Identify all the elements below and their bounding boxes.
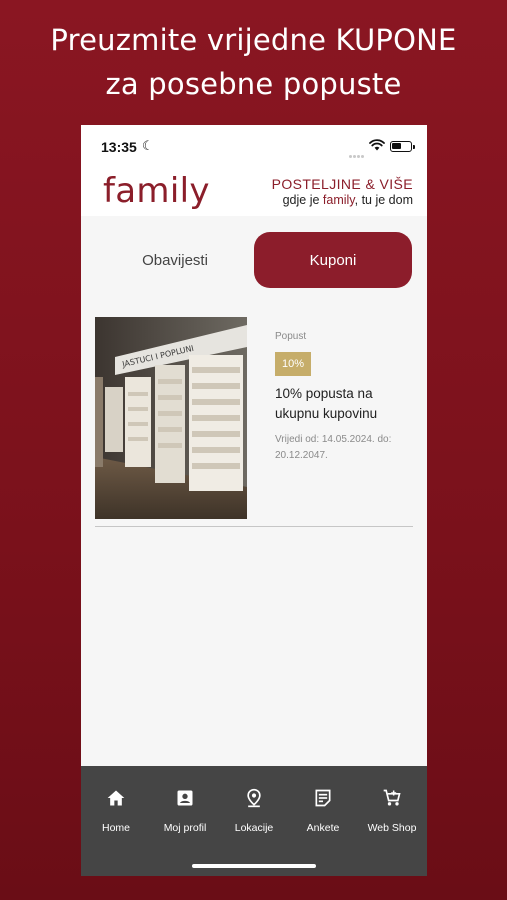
nav-surveys-label: Ankete	[306, 822, 340, 834]
cart-icon	[383, 789, 401, 806]
wifi-icon	[369, 139, 385, 151]
brand-subtitle-pre: gdje je	[282, 193, 323, 207]
location-icon	[247, 788, 261, 808]
nav-locations[interactable]: Lokacije	[219, 788, 289, 834]
nav-locations-label: Lokacije	[234, 822, 274, 834]
nav-profile[interactable]: Moj profil	[150, 788, 220, 834]
tab-bar: Obavijesti Kuponi	[81, 216, 427, 304]
home-indicator[interactable]	[192, 864, 316, 868]
battery-icon	[390, 141, 415, 152]
nav-webshop-label: Web Shop	[367, 822, 417, 834]
discount-badge: 10%	[275, 352, 312, 376]
home-icon	[107, 790, 125, 806]
moon-icon: ☾	[142, 138, 154, 153]
tab-notices[interactable]: Obavijesti	[96, 232, 254, 288]
brand-tagline: POSTELJINE & VIŠE	[271, 176, 413, 192]
nav-profile-label: Moj profil	[163, 822, 207, 834]
app-header: family POSTELJINE & VIŠE gdje je family,…	[81, 165, 427, 216]
phone-screen: 13:35 ☾ family POSTELJINE & VIŠE gdje je…	[81, 125, 427, 876]
promo-headline-line1: Preuzmite vrijedne KUPONE	[50, 23, 457, 57]
nav-home[interactable]: Home	[81, 788, 151, 834]
bottom-nav: Home Moj profil Lokacije Ankete Web Shop	[81, 766, 427, 876]
brand-subtitle-post: , tu je dom	[354, 193, 413, 207]
brand-logo: family	[103, 171, 210, 211]
tab-coupons[interactable]: Kuponi	[254, 232, 412, 288]
nav-surveys[interactable]: Ankete	[288, 788, 358, 834]
profile-icon	[177, 790, 193, 806]
signal-icon	[349, 145, 365, 158]
promo-headline: Preuzmite vrijedne KUPONE za posebne pop…	[0, 18, 507, 106]
coupon-title: 10% popusta na ukupnu kupovinu	[275, 386, 378, 421]
status-time: 13:35	[101, 139, 137, 155]
promo-headline-line2: za posebne popuste	[105, 67, 402, 101]
coupon-card[interactable]: JASTUCI I POPLUNI Popust 10% 10% popusta…	[95, 317, 413, 527]
coupon-info: Popust 10% 10% popusta na ukupnu kupovin…	[275, 331, 413, 464]
nav-webshop[interactable]: Web Shop	[357, 788, 427, 834]
coupon-type: Popust	[275, 331, 307, 342]
status-bar: 13:35 ☾	[81, 125, 427, 165]
survey-icon	[315, 789, 331, 807]
coupon-validity: Vrijedi od: 14.05.2024. do: 20.12.2047.	[275, 434, 392, 461]
store-shelf-image: JASTUCI I POPLUNI	[95, 317, 247, 519]
brand-subtitle: gdje je family, tu je dom	[283, 193, 413, 207]
brand-subtitle-highlight: family	[322, 193, 355, 207]
coupon-image: JASTUCI I POPLUNI	[95, 317, 247, 519]
nav-home-label: Home	[101, 822, 130, 834]
